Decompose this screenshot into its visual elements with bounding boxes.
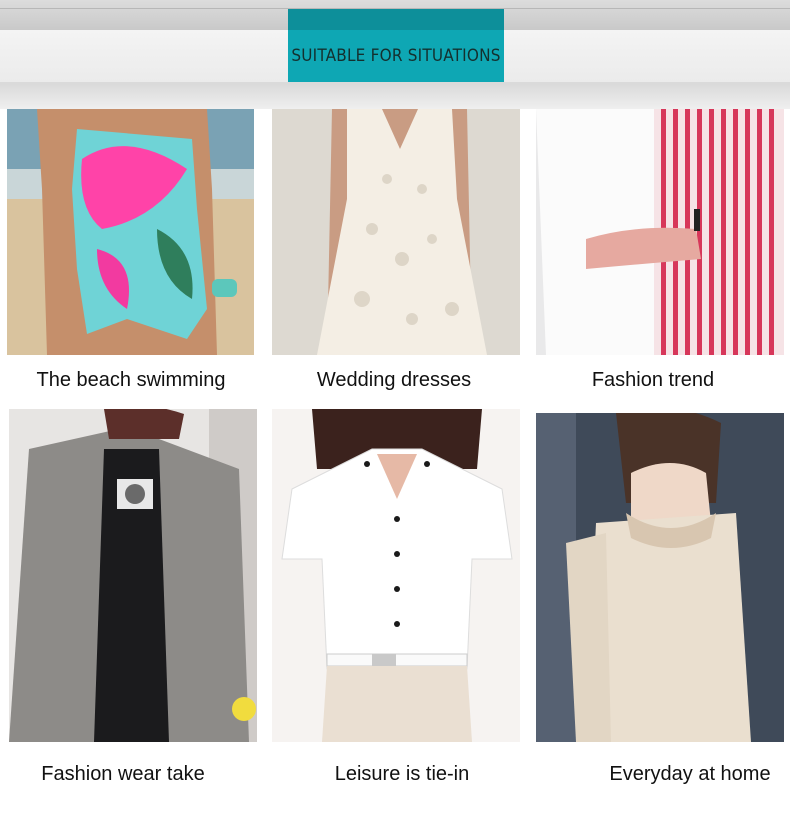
grey-coat-photo <box>9 409 257 742</box>
white-blouse-photo <box>272 409 520 742</box>
banner-shadow <box>0 83 790 109</box>
striped-shirt-dress-photo <box>536 109 784 355</box>
caption-leisure-tie-in: Leisure is tie-in <box>334 763 470 785</box>
caption-beach-swimming: The beach swimming <box>36 369 226 391</box>
caption-everyday-at-home: Everyday at home <box>609 763 771 785</box>
title-badge-tab <box>288 9 504 31</box>
beige-knit-dress-photo <box>536 413 784 742</box>
caption-wedding-dresses: Wedding dresses <box>316 369 472 391</box>
wedding-dress-photo <box>272 109 520 355</box>
beach-swimsuit-photo <box>7 109 254 355</box>
caption-fashion-wear-take: Fashion wear take <box>41 763 205 785</box>
section-title: SUITABLE FOR SITUATIONS <box>288 30 504 82</box>
caption-fashion-trend: Fashion trend <box>591 369 715 391</box>
